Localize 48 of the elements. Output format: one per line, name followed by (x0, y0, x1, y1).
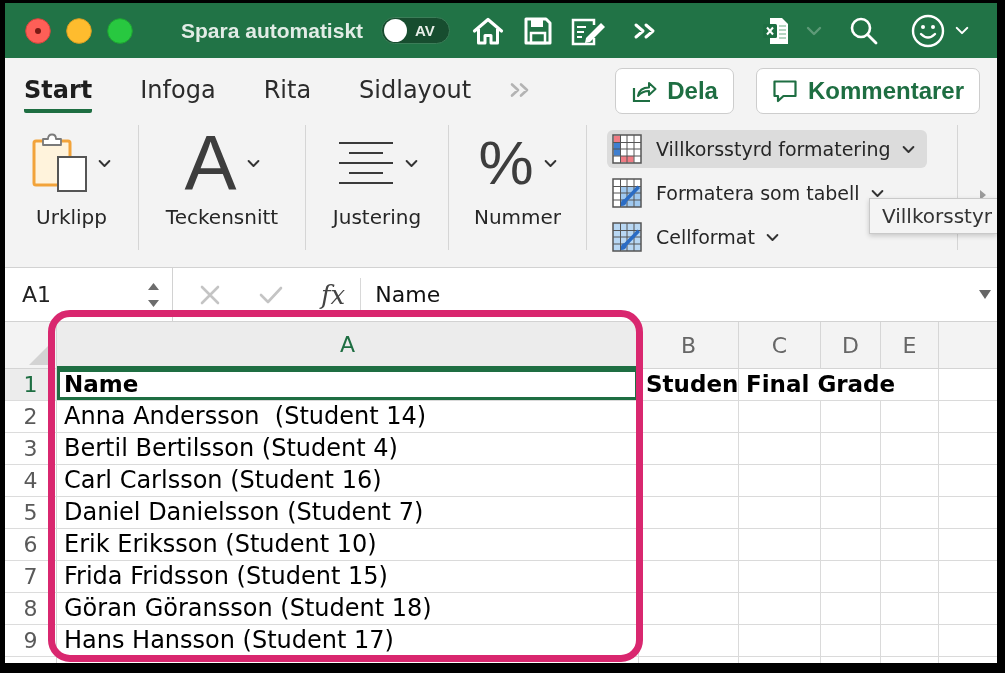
grid-brush-icon (612, 178, 642, 208)
home-icon[interactable] (472, 16, 505, 45)
clipboard-button[interactable]: Urklipp (5, 123, 138, 267)
caret-icon[interactable] (870, 188, 884, 198)
caret-icon[interactable] (765, 232, 779, 242)
percent-icon: % (478, 127, 534, 199)
toggle-knob (384, 19, 408, 42)
autosave-label: Spara automatiskt (181, 18, 364, 43)
alignment-button[interactable]: Justering (306, 123, 448, 267)
comment-icon (771, 79, 798, 103)
tooltip: Villkorsstyr (869, 198, 997, 234)
scroll-arrow-icon[interactable] (979, 189, 987, 201)
formula-field[interactable]: Name (361, 268, 979, 321)
close-button[interactable] (25, 17, 51, 44)
name-box[interactable]: A1 (5, 268, 173, 321)
stepper-icon[interactable] (147, 280, 160, 309)
caret-icon[interactable] (901, 144, 915, 154)
caret-icon[interactable] (404, 158, 418, 168)
ribbon-tab[interactable]: Rita (263, 75, 312, 113)
clipboard-icon (32, 133, 88, 193)
number-format-button[interactable]: % Nummer (449, 123, 586, 267)
caret-icon[interactable] (98, 158, 111, 168)
cell-brush-icon (612, 222, 642, 252)
share-icon (631, 79, 658, 103)
ribbon-tab[interactable]: Sidlayout (359, 75, 472, 113)
minimize-button[interactable] (66, 17, 92, 44)
ribbon-tab[interactable]: Infoga (140, 75, 216, 113)
conditional-formatting-button[interactable]: Villkorsstyrd formatering (607, 130, 927, 168)
dropdown-arrow-icon[interactable] (979, 290, 991, 299)
align-center-icon (336, 140, 395, 186)
comments-button[interactable]: Kommentarer (755, 68, 980, 114)
font-button[interactable]: A Teckensnitt (139, 123, 305, 267)
insert-function-button[interactable]: fx (321, 279, 346, 310)
letter-icon: A (184, 127, 237, 199)
colored-grid-icon (612, 134, 642, 164)
share-button[interactable]: Dela (615, 68, 734, 114)
caret-icon[interactable] (543, 158, 557, 168)
autosave-toggle[interactable]: AV (381, 17, 451, 44)
ribbon-tab[interactable]: Start (24, 75, 93, 113)
smiley-icon[interactable] (911, 13, 946, 48)
caret-icon[interactable] (246, 158, 260, 168)
save-icon[interactable] (523, 15, 554, 46)
zoom-button[interactable] (107, 17, 133, 44)
cell-styles-button[interactable]: Cellformat (607, 218, 791, 256)
check-icon[interactable] (259, 284, 283, 305)
search-icon[interactable] (849, 16, 879, 45)
spreadsheet-cell[interactable]: Name (57, 369, 639, 401)
column-header[interactable]: A (57, 322, 639, 369)
